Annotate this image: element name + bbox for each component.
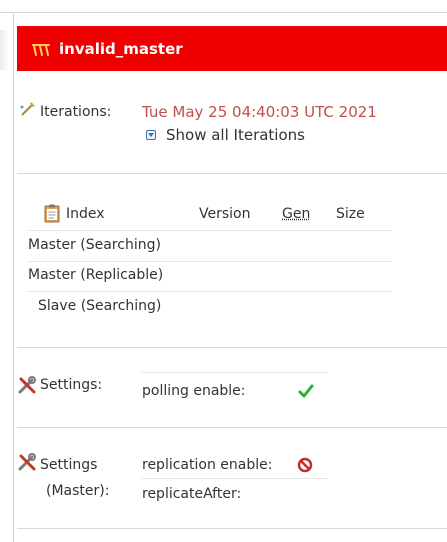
tools-icon [17, 452, 37, 476]
table-divider [28, 291, 392, 292]
col-header-size: Size [336, 206, 365, 222]
core-header: invalid_master [17, 26, 447, 71]
col-header-index: Index [66, 206, 105, 222]
chevron-down-icon [146, 130, 156, 140]
col-header-version: Version [199, 206, 251, 222]
settings-divider [142, 478, 328, 479]
master-settings-label-line1: Settings [40, 457, 98, 473]
clipboard-icon [44, 204, 60, 227]
col-header-gen[interactable]: Gen [282, 206, 310, 222]
replication-enable-label: replication enable: [142, 457, 273, 473]
section-divider [17, 427, 447, 428]
table-row-slave-searching: Slave (Searching) [38, 298, 162, 314]
tools-icon [17, 375, 37, 399]
iterations-label: Iterations: [40, 104, 112, 120]
table-row-master-searching: Master (Searching) [28, 237, 161, 253]
section-divider [17, 528, 447, 529]
left-border [13, 14, 14, 542]
polling-enable-label: polling enable: [142, 383, 246, 399]
show-all-iterations-label: Show all Iterations [166, 126, 305, 144]
table-divider [28, 261, 392, 262]
show-all-iterations-toggle[interactable]: Show all Iterations [146, 126, 305, 144]
settings-divider [142, 372, 328, 373]
table-row-master-replicable: Master (Replicable) [28, 267, 164, 283]
section-divider [17, 347, 447, 348]
iteration-timestamp: Tue May 25 04:40:03 UTC 2021 [142, 103, 377, 121]
no-entry-icon [297, 457, 313, 477]
settings-label: Settings: [40, 377, 103, 393]
core-icon [31, 42, 51, 56]
replicate-after-label: replicateAfter: [142, 486, 242, 502]
core-name: invalid_master [59, 39, 183, 58]
top-divider [0, 12, 447, 13]
section-divider [17, 173, 447, 174]
iterations-icon [18, 99, 38, 123]
table-divider [28, 230, 392, 231]
master-settings-label-line2: (Master): [46, 483, 110, 499]
left-panel-edge [0, 30, 9, 70]
check-icon [298, 383, 314, 403]
